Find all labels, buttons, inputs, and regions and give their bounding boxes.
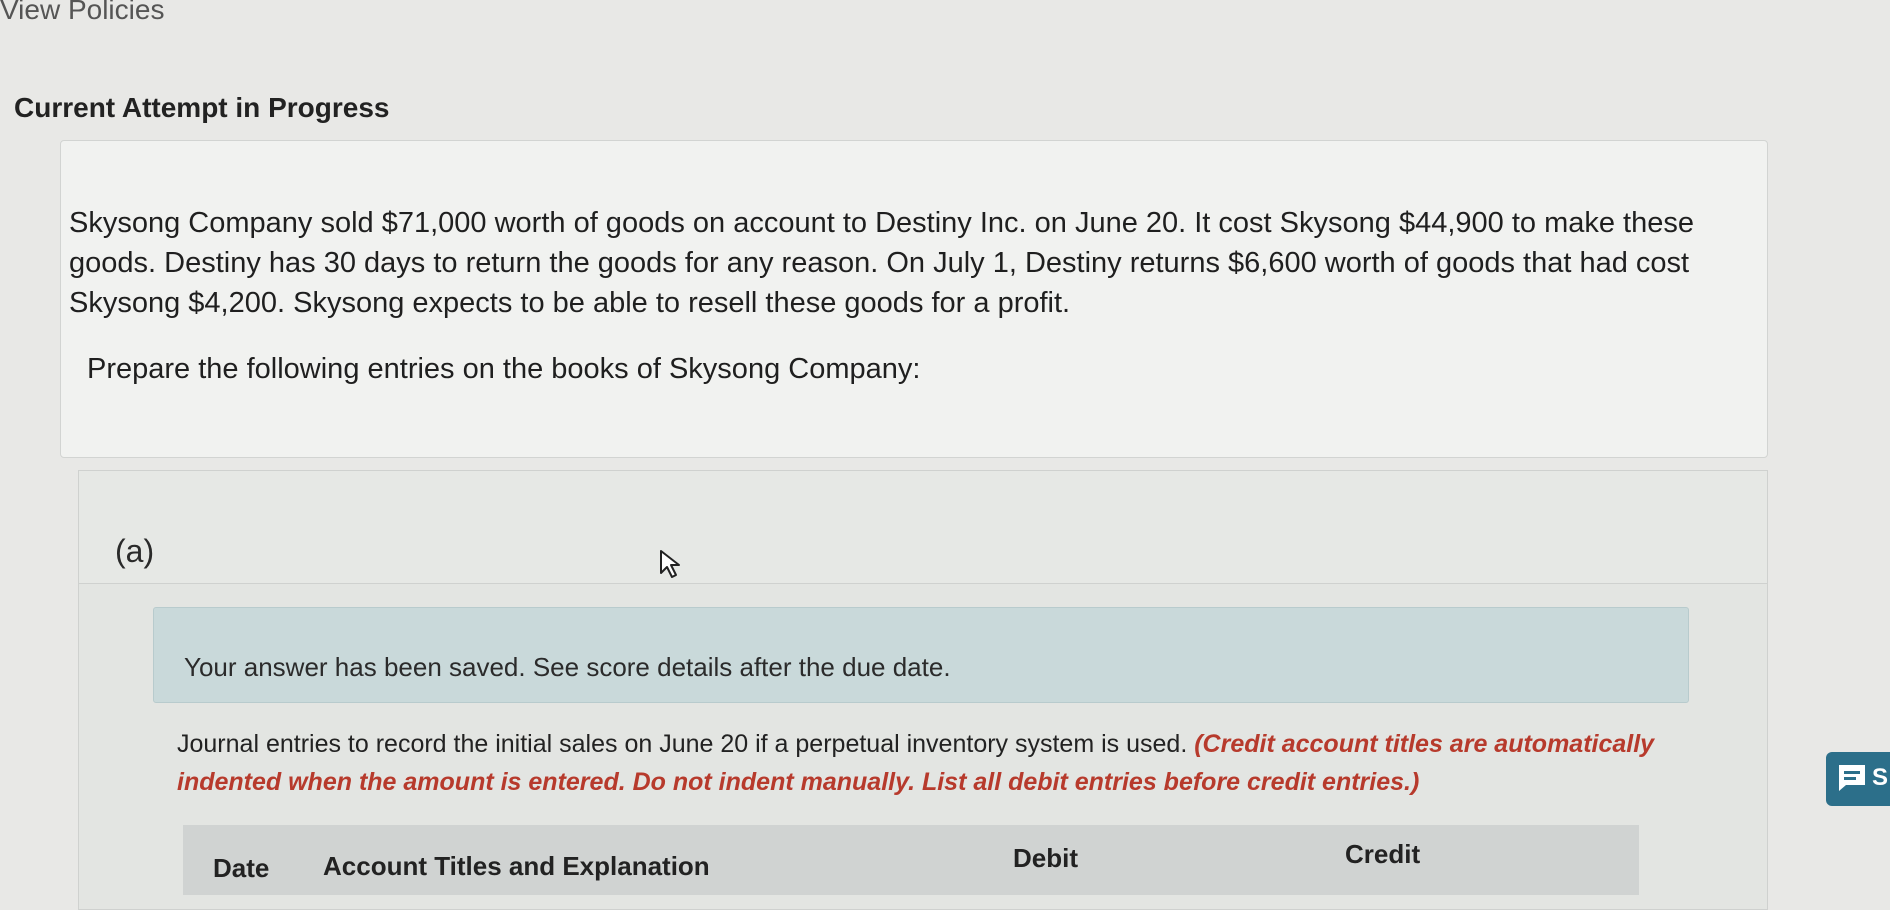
chat-icon [1839,765,1865,791]
journal-instructions: Journal entries to record the initial sa… [177,725,1737,801]
header-debit: Debit [1013,843,1078,873]
header-date: Date [213,853,270,883]
problem-box: Skysong Company sold $71,000 worth of go… [60,140,1768,458]
attempt-title: Current Attempt in Progress [14,92,390,123]
problem-text: Skysong Company sold $71,000 worth of go… [69,207,1694,319]
instruction-main: Journal entries to record the initial sa… [177,730,1195,758]
part-a-header: (a) [79,471,1767,584]
saved-message: Your answer has been saved. See score de… [184,652,951,682]
prepare-instruction: Prepare the following entries on the boo… [87,353,921,385]
saved-status-banner: Your answer has been saved. See score de… [153,607,1689,703]
header-account-titles: Account Titles and Explanation [323,851,710,881]
part-label: (a) [115,533,155,569]
chat-button[interactable]: S [1826,752,1890,806]
journal-table-header: Date Account Titles and Explanation Debi… [183,825,1639,895]
mouse-pointer-icon [660,550,680,578]
header-credit: Credit [1345,839,1421,869]
chat-label: S [1872,764,1889,791]
view-policies-link[interactable]: View Policies [0,0,164,26]
part-a-section: (a) Your answer has been saved. See scor… [78,470,1768,910]
